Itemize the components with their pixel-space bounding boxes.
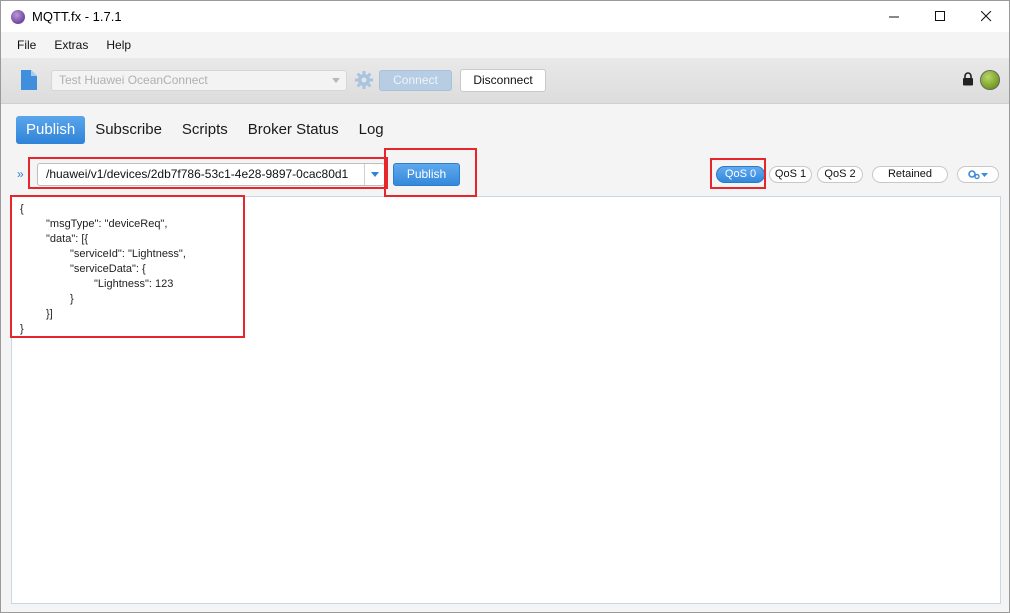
connection-status-indicator <box>980 70 1000 90</box>
payload-line: "serviceData": { <box>70 263 146 275</box>
menu-file[interactable]: File <box>17 38 36 52</box>
window-controls <box>871 1 1009 32</box>
payload-line: "Lightness": 123 <box>94 278 174 290</box>
tab-publish[interactable]: Publish <box>16 116 86 144</box>
topic-combobox[interactable]: /huawei/v1/devices/2db7f786-53c1-4e28-98… <box>37 163 385 186</box>
retained-toggle[interactable]: Retained <box>872 166 948 183</box>
topic-input[interactable]: /huawei/v1/devices/2db7f786-53c1-4e28-98… <box>38 164 364 185</box>
payload-line: "data": [{ <box>46 233 89 245</box>
disconnect-button[interactable]: Disconnect <box>460 69 546 92</box>
window-title: MQTT.fx - 1.7.1 <box>32 9 122 24</box>
menu-bar: File Extras Help <box>1 32 1009 58</box>
maximize-button[interactable] <box>917 1 963 32</box>
minimize-icon <box>888 16 899 18</box>
publish-options-button[interactable] <box>957 166 999 183</box>
menu-help[interactable]: Help <box>106 38 131 52</box>
payload-line: } <box>70 293 74 305</box>
connection-toolbar: Test Huawei OceanConnect Connect Disconn… <box>1 58 1009 104</box>
tab-broker-status[interactable]: Broker Status <box>238 116 349 144</box>
chevron-down-icon <box>332 78 340 83</box>
topic-dropdown-chevron-icon[interactable] <box>364 164 384 185</box>
qos0-toggle[interactable]: QoS 0 <box>716 166 765 183</box>
qos2-toggle[interactable]: QoS 2 <box>817 166 863 183</box>
connection-profile-select[interactable]: Test Huawei OceanConnect <box>51 70 347 91</box>
gear-icon[interactable] <box>354 70 374 90</box>
tab-subscribe[interactable]: Subscribe <box>85 116 172 144</box>
profile-select-value: Test Huawei OceanConnect <box>59 73 208 87</box>
title-bar: MQTT.fx - 1.7.1 <box>1 1 1009 32</box>
maximize-icon <box>934 11 945 21</box>
payload-line: { <box>20 203 24 215</box>
publish-button[interactable]: Publish <box>393 163 460 186</box>
payload-line: "msgType": "deviceReq", <box>46 218 168 230</box>
expand-topics-icon[interactable]: » <box>17 167 24 181</box>
close-icon <box>980 11 991 22</box>
payload-editor[interactable]: { "msgType": "deviceReq", "data": [{ "se… <box>11 196 1001 604</box>
connect-button[interactable]: Connect <box>379 70 452 91</box>
edit-profile-icon[interactable] <box>20 69 38 91</box>
qos1-toggle[interactable]: QoS 1 <box>769 166 812 183</box>
mqttfx-window: MQTT.fx - 1.7.1 File Extras Help Test Hu… <box>0 0 1010 613</box>
payload-line: }] <box>46 308 53 320</box>
app-logo-icon <box>11 9 25 24</box>
menu-extras[interactable]: Extras <box>54 38 88 52</box>
tab-log[interactable]: Log <box>349 116 394 144</box>
minimize-button[interactable] <box>871 1 917 32</box>
close-button[interactable] <box>963 1 1009 32</box>
main-tabs: Publish Subscribe Scripts Broker Status … <box>16 116 394 144</box>
payload-line: } <box>20 323 24 335</box>
gears-dropdown-icon <box>968 169 988 179</box>
lock-icon <box>963 72 973 86</box>
payload-line: "serviceId": "Lightness", <box>70 248 186 260</box>
tab-scripts[interactable]: Scripts <box>172 116 238 144</box>
